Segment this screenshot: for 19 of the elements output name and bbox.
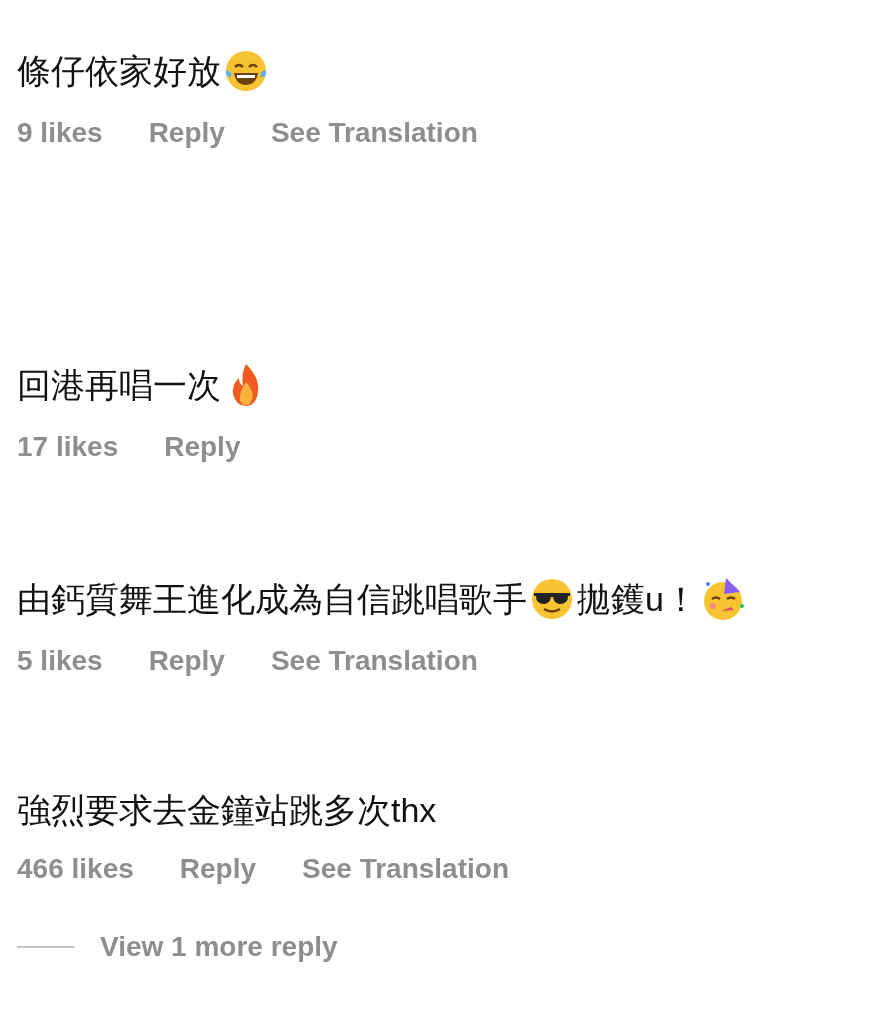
likes-count: 17 likes [17,430,119,464]
sunglasses-face-icon [529,576,575,622]
comment-text: 條仔依家好放 [17,51,221,91]
likes-count: 466 likes [17,852,134,886]
reply-link[interactable]: Reply [148,644,225,678]
comment-text: 強烈要求去金鐘站跳多次thx [17,790,437,830]
translation-link[interactable]: See Translation [270,116,478,150]
comment-text: 拋鑊u！ [577,579,698,619]
likes-count: 9 likes [17,116,103,150]
view-replies-link[interactable]: View 1 more reply [100,930,338,964]
translation-link[interactable]: See Translation [302,852,509,886]
reply-link[interactable]: Reply [148,116,225,150]
reply-link[interactable]: Reply [179,852,257,886]
likes-count: 5 likes [17,644,103,678]
translation-link[interactable]: See Translation [270,644,478,678]
reply-link[interactable]: Reply [164,430,241,464]
comment-text: 回港再唱一次 [17,365,221,405]
comment-text: 由鈣質舞王進化成為自信跳唱歌手 [17,579,527,619]
laughing-face-icon [223,48,269,94]
